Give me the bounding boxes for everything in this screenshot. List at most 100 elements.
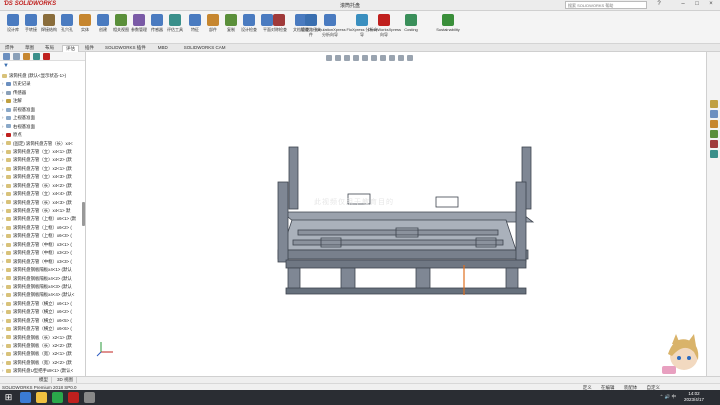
left-back-upright[interactable]: [288, 146, 299, 210]
file-explorer-icon[interactable]: [710, 120, 718, 128]
ribbon-icon-13: [243, 14, 255, 26]
foot-right[interactable]: [505, 267, 519, 291]
help-search-input[interactable]: 搜索 SOLIDWORKS 帮助: [565, 1, 647, 9]
file-explorer-taskbar-icon[interactable]: [36, 392, 47, 403]
tree-item[interactable]: › 滚筒托盘方管（立）x2<1> (默: [2, 165, 84, 173]
tree-item[interactable]: › 上视基准面: [2, 114, 84, 122]
filter-icon[interactable]: ▼: [3, 63, 9, 69]
foot-mid-right[interactable]: [415, 267, 431, 291]
foot-left[interactable]: [287, 267, 301, 291]
appearances-icon[interactable]: [710, 140, 718, 148]
tree-item[interactable]: › 滚筒托盘方管（横立）x6<2> (: [2, 308, 84, 316]
tree-item[interactable]: › 滚筒托盘方管（横立）x6<6> (: [2, 325, 84, 333]
tree-item[interactable]: › 滚筒托盘方管（立）x4<4> (默: [2, 190, 84, 198]
wechat-icon[interactable]: [52, 392, 63, 403]
windows-taskbar: ⊞ ⌃ 🔊 中 14:02 2023/4/17: [0, 390, 720, 405]
part-icon: [6, 175, 11, 180]
feature-tree-icon[interactable]: [3, 53, 10, 60]
tree-item[interactable]: › 滚筒托盘钢板隔板x4<2> (默认: [2, 275, 84, 283]
handle-2[interactable]: [435, 196, 459, 208]
tree-item[interactable]: › 滚筒托盘方管（长）x4<2> (默: [2, 182, 84, 190]
app-taskbar-icon[interactable]: [84, 392, 95, 403]
tree-item[interactable]: › 传感器: [2, 89, 84, 97]
tree-item[interactable]: › 滚筒托盘方管（上框）x6<2> (: [2, 224, 84, 232]
dim-xpert-icon[interactable]: [33, 53, 40, 60]
ribbon-button-20[interactable]: DriveWorksXpress 向导: [368, 14, 401, 37]
command-tab[interactable]: 草图: [22, 45, 37, 51]
tree-item[interactable]: › 滚筒托盘钢板（长）x2<1> (默: [2, 334, 84, 342]
tree-root[interactable]: 滚筒托盘 (默认<显示状态-1>): [2, 72, 84, 80]
maximize-icon[interactable]: □: [692, 1, 702, 10]
foot-mid-left[interactable]: [340, 267, 356, 291]
tree-item[interactable]: › 历史记录: [2, 80, 84, 88]
front-rail[interactable]: [277, 249, 529, 260]
tree-item[interactable]: › 原点: [2, 131, 84, 139]
tree-item[interactable]: › 右视基准面: [2, 123, 84, 131]
tree-item[interactable]: › 滚筒托盘钢板（宽）x2<1> (默: [2, 350, 84, 358]
tree-item[interactable]: › 前视基准面: [2, 106, 84, 114]
view-palette-icon[interactable]: [710, 130, 718, 138]
command-tab[interactable]: 布局: [42, 45, 57, 51]
tree-item[interactable]: › 注解: [2, 97, 84, 105]
design-library-icon[interactable]: [710, 110, 718, 118]
windows-start-icon[interactable]: ⊞: [3, 392, 14, 403]
ribbon-button-9[interactable]: 评估工具: [164, 14, 186, 32]
tree-item[interactable]: › 滚筒托盘方管（中框）x3<1> (: [2, 241, 84, 249]
tree-item[interactable]: › 滚筒托盘钢板（宽）x2<2> (默: [2, 359, 84, 367]
tree-item[interactable]: › 滚筒托盘方管（上框）x6<3> (: [2, 232, 84, 240]
tree-item[interactable]: › 滚筒托盘方管（中框）x3<2> (: [2, 249, 84, 257]
command-tab[interactable]: SOLIDWORKS 插件: [102, 45, 149, 51]
tree-item[interactable]: › 滚筒托盘钢板隔板x4<1> (默认: [2, 266, 84, 274]
bottom-runner[interactable]: [285, 287, 527, 295]
tree-item[interactable]: › (固定) 滚筒托盘方管（长）x4<: [2, 140, 84, 148]
minimize-icon[interactable]: –: [678, 1, 688, 10]
edge-browser-icon[interactable]: [20, 392, 31, 403]
help-icon[interactable]: ?: [654, 1, 664, 10]
tree-item[interactable]: › 滚筒托盘方管（立）x4<3> (默: [2, 173, 84, 181]
close-icon[interactable]: ×: [706, 1, 716, 10]
tree-item[interactable]: › 滚筒托盘钢板隔板x4<4> (默认<: [2, 291, 84, 299]
property-manager-icon[interactable]: [13, 53, 20, 60]
tree-item[interactable]: › 滚筒托盘钢板（长）x2<2> (默: [2, 342, 84, 350]
command-tab[interactable]: MBD: [155, 45, 171, 50]
tree-item[interactable]: › 滚筒托盘方管（立）x4<1> (默: [2, 148, 84, 156]
command-tab[interactable]: 焊件: [2, 45, 17, 51]
display-manager-icon[interactable]: [43, 53, 50, 60]
ribbon-button-22[interactable]: Sustainability: [432, 14, 464, 32]
graphics-viewport[interactable]: 此视频仅用于教育目的: [86, 52, 706, 376]
solidworks-taskbar-icon[interactable]: [68, 392, 79, 403]
ribbon-button-18[interactable]: SimulationXpress 分析向导: [314, 14, 346, 37]
tree-item[interactable]: › 滚筒托盘钢板隔板x4<3> (默认: [2, 283, 84, 291]
crossbar-1[interactable]: [297, 229, 499, 236]
ribbon-button-21[interactable]: Costing: [400, 14, 422, 32]
tree-item[interactable]: › 滚筒托盘方管（长）x4<3> (默: [2, 199, 84, 207]
crossbar-2[interactable]: [292, 239, 504, 246]
tree-item[interactable]: › 滚筒托盘方管（横立）x6<1> (: [2, 300, 84, 308]
left-front-upright[interactable]: [277, 181, 289, 263]
custom-properties-icon[interactable]: [710, 150, 718, 158]
tree-item[interactable]: › 滚筒托盘U型把手x8<1> (默认<: [2, 367, 84, 375]
ribbon-button-15[interactable]: 对称检查: [268, 14, 290, 32]
command-tab[interactable]: 插件: [82, 45, 97, 51]
tree-item[interactable]: › 滚筒托盘方管（中框）x3<3> (: [2, 258, 84, 266]
tree-item-label: 滚筒托盘方管（上框）x6<3> (: [13, 233, 72, 239]
taskbar-clock[interactable]: 14:02 2023/4/17: [684, 391, 704, 403]
pallet-3d-model[interactable]: [86, 52, 706, 376]
tree-scrollbar[interactable]: [82, 202, 85, 226]
command-tab[interactable]: SOLIDWORKS CAM: [181, 45, 229, 50]
system-tray[interactable]: ⌃ 🔊 中: [660, 394, 676, 400]
ribbon-label: 评估工具: [167, 27, 183, 32]
solidworks-logo[interactable]: ƊS SOLIDWORKS: [4, 1, 56, 7]
resources-icon[interactable]: [710, 100, 718, 108]
base-rail[interactable]: [285, 259, 527, 269]
tree-item[interactable]: › 滚筒托盘方管（横立）x6<5> (: [2, 317, 84, 325]
part-icon: [6, 335, 11, 340]
ribbon-icon-7: [133, 14, 145, 26]
right-front-upright[interactable]: [515, 181, 527, 263]
config-manager-icon[interactable]: [23, 53, 30, 60]
ribbon-label: Costing: [404, 27, 418, 32]
command-tab[interactable]: 评估: [62, 45, 79, 52]
tree-item[interactable]: › 滚筒托盘方管（立）x4<2> (默: [2, 156, 84, 164]
tree-item[interactable]: › 滚筒托盘方管（上框）x6<1> (默: [2, 215, 84, 223]
tree-item[interactable]: › 滚筒托盘方管（长）x4<1> 默: [2, 207, 84, 215]
